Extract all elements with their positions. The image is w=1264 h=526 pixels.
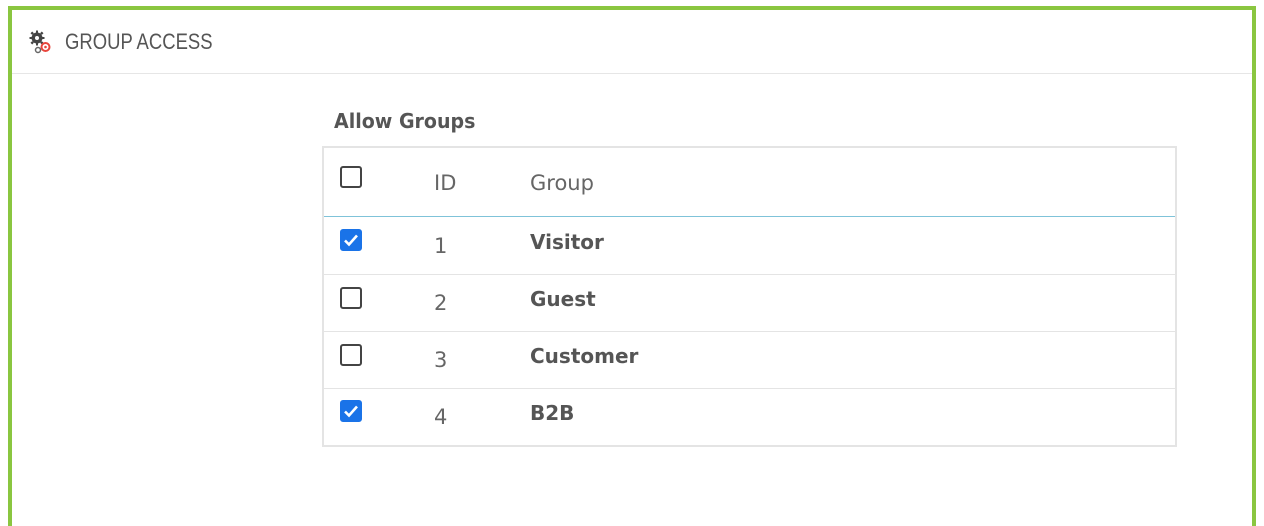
row-checkbox-visitor[interactable]: [340, 229, 362, 251]
gears-icon: [29, 30, 51, 54]
row-id: 4: [434, 405, 448, 429]
row-id: 2: [434, 291, 448, 315]
column-header-id: ID: [434, 171, 457, 195]
row-group-name: Customer: [530, 344, 639, 368]
table-row: 3 Customer: [324, 331, 1175, 389]
row-id: 3: [434, 348, 448, 372]
checkmark-icon: [344, 234, 358, 247]
row-checkbox-customer[interactable]: [340, 344, 362, 366]
checkmark-icon: [344, 405, 358, 418]
row-checkbox-b2b[interactable]: [340, 400, 362, 422]
allow-groups-label: Allow Groups: [334, 109, 476, 133]
table-row: 2 Guest: [324, 274, 1175, 332]
select-all-checkbox[interactable]: [340, 166, 362, 188]
row-group-name: B2B: [530, 401, 575, 425]
group-access-panel: GROUP ACCESS Allow Groups ID Group 1 Vis…: [8, 6, 1256, 526]
panel-header: GROUP ACCESS: [12, 10, 1252, 74]
groups-table: ID Group 1 Visitor 2 Guest 3 Customer 4 …: [322, 146, 1177, 447]
row-group-name: Guest: [530, 287, 596, 311]
column-header-group: Group: [530, 171, 594, 195]
row-group-name: Visitor: [530, 230, 604, 254]
panel-title: GROUP ACCESS: [65, 29, 213, 54]
table-row: 4 B2B: [324, 388, 1175, 445]
row-checkbox-guest[interactable]: [340, 287, 362, 309]
table-header: ID Group: [324, 148, 1175, 217]
table-row: 1 Visitor: [324, 217, 1175, 275]
row-id: 1: [434, 234, 448, 258]
